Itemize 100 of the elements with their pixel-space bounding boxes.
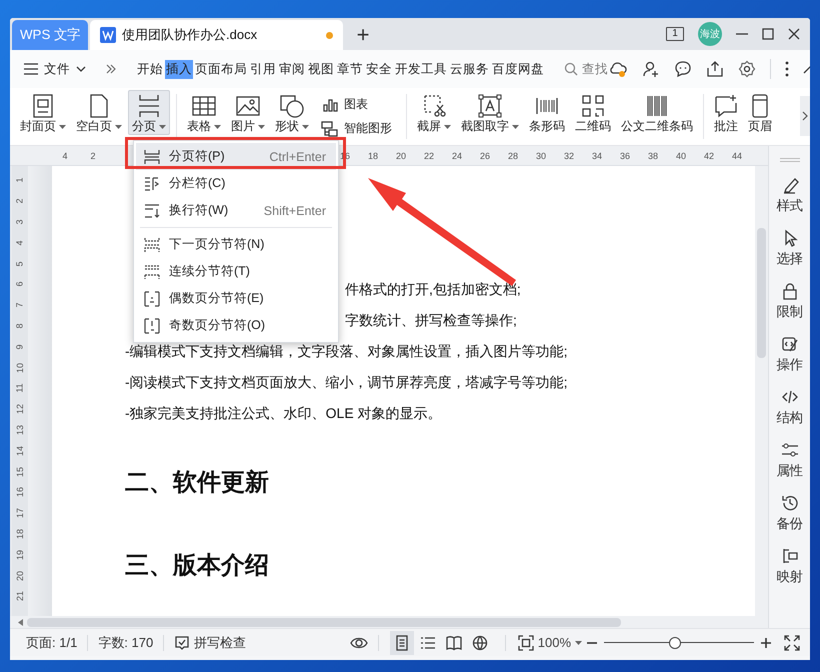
double-chevron-icon[interactable] xyxy=(106,64,116,74)
ribbon-tab[interactable]: 审阅 xyxy=(278,60,306,78)
break-icon xyxy=(144,264,160,280)
ruler-number: 32 xyxy=(562,150,575,160)
fit-page-icon[interactable] xyxy=(518,634,534,650)
side-panel-button[interactable]: 映射 xyxy=(776,547,802,586)
view-mode-button[interactable] xyxy=(390,630,414,654)
ribbon-button[interactable]: 截屏 xyxy=(413,90,455,135)
ribbon-tab[interactable]: 视图 xyxy=(307,60,335,78)
zoom-dropdown[interactable]: 100% xyxy=(534,635,586,650)
vertical-scrollbar[interactable] xyxy=(755,166,768,616)
chevron-down-icon xyxy=(76,66,86,72)
more-icon[interactable] xyxy=(785,61,789,77)
ribbon-button[interactable]: 图表 xyxy=(319,96,394,114)
ruler-number: 10 xyxy=(15,362,25,373)
menu-item[interactable]: 分栏符(C) xyxy=(136,170,336,197)
ribbon-button[interactable]: 条形码 xyxy=(525,90,569,135)
ribbon-icon xyxy=(581,94,605,118)
file-menu[interactable]: 文件 xyxy=(24,60,86,78)
settings-icon[interactable] xyxy=(738,60,756,78)
maximize-icon[interactable] xyxy=(762,28,774,40)
scroll-right-button[interactable] xyxy=(800,96,810,136)
ruler-number: 3 xyxy=(15,219,25,224)
caret-icon xyxy=(59,124,66,128)
side-panel-button[interactable]: 选择 xyxy=(776,229,802,268)
ruler-number: 21 xyxy=(15,591,25,602)
ribbon-tab[interactable]: 页面布局 xyxy=(194,60,248,78)
ruler-number: 8 xyxy=(15,323,25,328)
page-view-icon xyxy=(394,634,410,650)
ruler-number: 12 xyxy=(15,404,25,414)
ribbon-button[interactable]: 图片 xyxy=(227,90,269,135)
break-icon xyxy=(144,318,160,334)
ribbon-icon xyxy=(236,94,260,118)
slider-thumb[interactable] xyxy=(668,636,680,648)
ribbon-button[interactable]: 页眉 xyxy=(744,90,776,135)
panel-icon xyxy=(780,335,798,353)
side-panel-button[interactable]: 样式 xyxy=(776,176,802,215)
side-panel-button[interactable]: 操作 xyxy=(776,335,802,374)
outline-view-icon xyxy=(420,634,436,650)
ruler-number: 30 xyxy=(534,150,547,160)
ribbon-button[interactable]: 空白页 xyxy=(72,90,126,135)
ribbon-button[interactable]: 截图取字 xyxy=(457,90,523,135)
paragraph-text: 字数统计、拼写检查等操作; xyxy=(345,311,517,330)
cloud-icon[interactable] xyxy=(608,60,628,78)
side-panel-button[interactable]: 属性 xyxy=(776,441,802,480)
ruler-number: 19 xyxy=(15,550,25,560)
paragraph-text: -编辑模式下支持文档编辑，文字段落、对象属性设置，插入图片等功能; xyxy=(125,342,568,361)
panel-icon xyxy=(780,282,798,300)
menu-item[interactable]: 换行符(W) Shift+Enter xyxy=(136,197,336,224)
caret-icon xyxy=(512,124,519,128)
ruler-number: 17 xyxy=(15,508,25,518)
ribbon-button[interactable]: 表格 xyxy=(183,90,225,135)
zoom-in-icon[interactable] xyxy=(760,636,772,648)
close-icon[interactable] xyxy=(788,28,800,40)
ribbon-icon xyxy=(478,94,502,118)
page-indicator[interactable]: 1 xyxy=(666,27,684,41)
side-panel-button[interactable]: 备份 xyxy=(776,494,802,533)
ruler-number: 44 xyxy=(730,150,743,160)
break-icon xyxy=(144,148,160,164)
ribbon-button[interactable]: 批注 xyxy=(710,90,742,135)
eye-icon[interactable] xyxy=(350,636,368,650)
web-view-icon xyxy=(472,634,488,650)
ribbon-button[interactable]: 公文二维条码 xyxy=(617,90,697,135)
ribbon-tab[interactable]: 章节 xyxy=(336,60,364,78)
ribbon-tab[interactable]: 引用 xyxy=(249,60,277,78)
fullscreen-icon[interactable] xyxy=(784,634,800,650)
ruler-number: 22 xyxy=(422,150,435,160)
ribbon-tab[interactable]: 安全 xyxy=(365,60,393,78)
document-title: 使用团队协作办公.docx xyxy=(122,26,258,44)
ribbon-tab[interactable]: 开发工具 xyxy=(394,60,448,78)
ruler-number: 4 xyxy=(61,150,68,160)
ribbon-button[interactable]: 智能图形 xyxy=(319,120,394,138)
ribbon-button[interactable]: 形状 xyxy=(271,90,313,135)
chat-icon[interactable] xyxy=(674,60,692,78)
add-user-icon[interactable] xyxy=(642,60,660,78)
new-tab-button[interactable]: + xyxy=(347,20,379,50)
side-panel-button[interactable]: 限制 xyxy=(776,282,802,321)
caret-icon xyxy=(575,640,582,644)
menu-icon xyxy=(24,63,38,75)
section-heading: 三、版本介绍 xyxy=(125,551,270,581)
ribbon-button[interactable]: 二维码 xyxy=(571,90,615,135)
share-icon[interactable] xyxy=(706,60,724,78)
menu-item[interactable]: 下一页分节符(N) xyxy=(136,231,336,258)
horizontal-scrollbar[interactable] xyxy=(10,616,768,628)
ribbon-button[interactable]: 封面页 xyxy=(16,90,70,135)
ribbon-tab[interactable]: 开始 xyxy=(136,60,164,78)
search-button[interactable]: 查找 xyxy=(564,60,608,78)
document-tab[interactable]: 使用团队协作办公.docx xyxy=(90,20,343,50)
ribbon-tab[interactable]: 云服务 xyxy=(449,60,490,78)
ribbon-tab[interactable]: 百度网盘 xyxy=(491,60,545,78)
menu-item[interactable]: 奇数页分节符(O) xyxy=(136,312,336,339)
menu-item[interactable]: 偶数页分节符(E) xyxy=(136,285,336,312)
ribbon-tab[interactable]: 插入 xyxy=(165,60,193,78)
side-panel-button[interactable]: 结构 xyxy=(776,388,802,427)
paragraph-text: -独家完美支持批注公式、水印、OLE 对象的显示。 xyxy=(125,404,442,423)
ribbon-button[interactable]: 分页 xyxy=(128,90,170,135)
spell-check-button[interactable]: 拼写检查 xyxy=(168,634,252,652)
zoom-slider[interactable] xyxy=(604,636,754,648)
menu-item[interactable]: 连续分节符(T) xyxy=(136,258,336,285)
ruler-number: 9 xyxy=(15,344,25,350)
